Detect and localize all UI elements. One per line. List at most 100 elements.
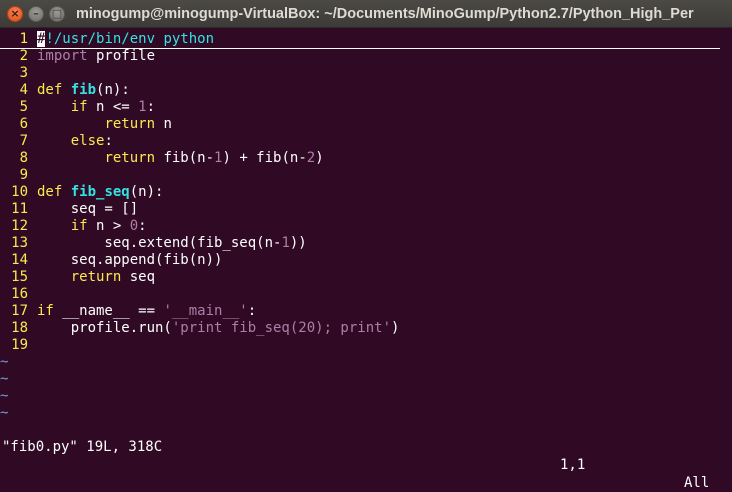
code-token: )) [289,235,307,251]
line-number: 7 [19,133,28,149]
code-line[interactable]: 15 return seq [0,269,732,286]
line-number: 19 [11,337,28,353]
code-token: : [146,99,156,115]
code-text: else: [37,133,113,150]
code-line[interactable]: 10 def fib_seq(n): [0,184,732,201]
line-number: 4 [19,82,28,98]
code-token: else [70,133,105,149]
code-line[interactable]: 3 [0,65,732,82]
code-token: if [70,218,88,234]
line-number: 17 [11,303,28,319]
code-token: fib [70,82,97,98]
close-window-button[interactable]: × [7,6,23,22]
code-line[interactable]: 7 else: [0,133,732,150]
code-token: if [37,303,54,319]
code-text: return fib(n-1) + fib(n-2) [37,150,323,167]
line-number: 8 [19,150,28,166]
line-number: 18 [11,320,28,336]
code-token: (n): [129,184,164,200]
cursor-position: 1,1 [560,457,586,473]
vim-editor[interactable]: 1 #!/usr/bin/env python 2 import profile 3 4 d… [0,29,732,417]
minimize-window-button[interactable]: – [28,6,44,22]
code-text: #!/usr/bin/env python [37,31,214,48]
code-line[interactable]: 11 seq = [] [0,201,732,218]
line-number: 16 [11,286,28,302]
code-token: 1 [138,99,147,115]
line-number: 12 [11,218,28,234]
code-token: ) + fib(n- [222,150,307,166]
code-token: n > [87,218,130,234]
code-token: (n): [96,82,130,98]
code-text: seq.append(fib(n)) [37,252,223,269]
code-token: if [70,99,88,115]
code-token: '__main__' [163,303,248,319]
code-token: fib(n- [155,150,215,166]
code-line[interactable]: 6 return n [0,116,732,133]
code-line[interactable]: 18 profile.run('print fib_seq(20); print… [0,320,732,337]
code-line[interactable]: 12 if n > 0: [0,218,732,235]
code-text: if __name__ == '__main__': [37,303,256,320]
window-titlebar: × – □ minogump@minogump-VirtualBox: ~/Do… [0,0,732,28]
code-line[interactable]: 13 seq.extend(fib_seq(n-1)) [0,235,732,252]
code-token: 'print fib_seq(20); print' [171,320,392,336]
code-line[interactable]: 1 #!/usr/bin/env python [0,31,720,49]
code-line[interactable]: 8 return fib(n-1) + fib(n-2) [0,150,732,167]
code-token: seq [121,269,156,285]
code-line[interactable]: 17 if __name__ == '__main__': [0,303,732,320]
code-token: def [37,184,63,200]
line-number: 13 [11,235,28,251]
code-token: 2 [306,150,316,166]
empty-line-marker: ~ [0,354,9,370]
line-number: 1 [19,31,28,47]
scroll-indicator: All [684,475,710,491]
code-token: : [138,218,147,234]
code-line[interactable]: 16 [0,286,732,303]
line-number: 14 [11,252,28,268]
code-text: if n > 0: [37,218,147,235]
file-info: "fib0.py" 19L, 318C [2,439,163,455]
code-token: fib_seq [70,184,130,200]
code-line[interactable]: 5 if n <= 1: [0,99,732,116]
line-number: 11 [11,201,28,217]
code-line[interactable]: 19 [0,337,732,354]
code-line[interactable]: 4 def fib(n): [0,82,732,99]
code-text: seq = [] [37,201,138,218]
code-token: : [104,133,113,149]
code-token: __name__ == [53,303,164,319]
line-number: 5 [19,99,28,115]
line-number: 15 [11,269,28,285]
line-number: 10 [11,184,28,200]
code-text: return seq [37,269,155,286]
code-token: n [155,116,172,132]
code-token: 0 [129,218,139,234]
window-title: minogump@minogump-VirtualBox: ~/Document… [76,6,694,22]
code-token: import [37,48,88,64]
code-token: seq = [] [37,201,139,217]
code-token: ) [391,320,400,336]
code-line[interactable]: 2 import profile [0,48,732,65]
line-number: 9 [19,167,28,183]
code-token: n <= [87,99,139,115]
empty-line-marker: ~ [0,388,9,404]
code-line[interactable]: 14 seq.append(fib(n)) [0,252,732,269]
code-token: return [70,269,122,285]
code-text: seq.extend(fib_seq(n-1)) [37,235,307,252]
code-token: seq.append(fib(n)) [37,252,223,268]
line-number: 3 [19,65,28,81]
code-token: 1 [281,235,290,251]
code-token: return [104,150,156,166]
code-token: profile [87,48,156,64]
code-line[interactable]: 9 [0,167,732,184]
maximize-window-button[interactable]: □ [49,6,65,22]
line-number: 2 [19,48,28,64]
empty-line-marker: ~ [0,371,9,387]
code-text: return n [37,116,172,133]
code-text: def fib(n): [37,82,130,99]
